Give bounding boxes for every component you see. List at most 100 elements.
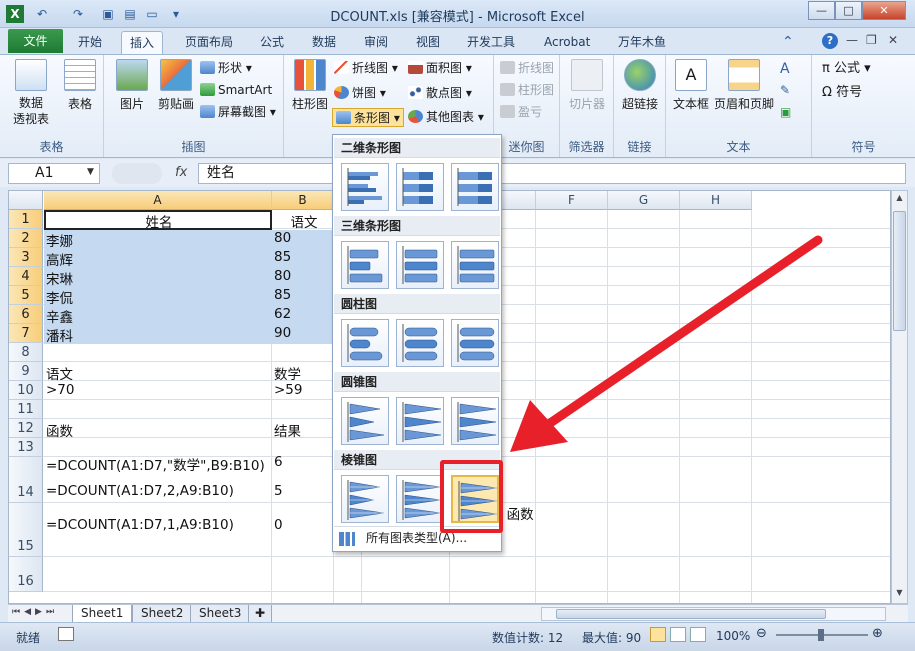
row-header-16[interactable]: 16	[9, 557, 43, 592]
screenshot-button[interactable]: 屏幕截图 ▾	[200, 103, 276, 122]
scatter-chart-button[interactable]: 散点图 ▾	[408, 84, 472, 103]
tab-data[interactable]: 数据	[304, 31, 344, 54]
equation-button[interactable]: π 公式 ▾	[822, 59, 871, 78]
cell-b12[interactable]: 结果	[272, 420, 301, 440]
formula-input[interactable]: 姓名	[198, 163, 906, 184]
row-header-2[interactable]: 2	[9, 229, 43, 248]
cell-a14[interactable]: =DCOUNT(A1:D7,2,A9:B10)	[44, 483, 234, 499]
row-header-11[interactable]: 11	[9, 400, 43, 419]
formula-splitter[interactable]	[112, 163, 162, 184]
cell-b5[interactable]: 85	[272, 287, 291, 303]
scroll-up-icon[interactable]: ▲	[893, 193, 906, 206]
cell-b3[interactable]: 85	[272, 249, 291, 265]
cell-a3[interactable]: 高辉	[44, 249, 73, 269]
chart-subtype-option[interactable]	[396, 475, 444, 523]
scroll-down-icon[interactable]: ▼	[893, 588, 906, 601]
hyperlink-button[interactable]: 超链接	[618, 59, 662, 112]
tab-review[interactable]: 审阅	[356, 31, 396, 54]
row-header-3[interactable]: 3	[9, 248, 43, 267]
chart-subtype-option[interactable]	[451, 319, 499, 367]
macro-record-icon[interactable]	[58, 627, 74, 641]
other-charts-button[interactable]: 其他图表 ▾	[408, 108, 484, 127]
doc-close-icon[interactable]: ✕	[888, 33, 898, 47]
row-header-9[interactable]: 9	[9, 362, 43, 381]
normal-view-icon[interactable]	[650, 627, 666, 642]
tab-file[interactable]: 文件	[8, 29, 63, 53]
cell-b14[interactable]: 5	[272, 483, 283, 499]
row-header-8[interactable]: 8	[9, 343, 43, 362]
collapse-ribbon-icon[interactable]: ⌃	[782, 34, 794, 50]
cell-b2[interactable]: 80	[272, 230, 291, 246]
chart-subtype-option[interactable]	[396, 397, 444, 445]
smartart-button[interactable]: SmartArt	[200, 81, 272, 100]
horizontal-scroll-thumb[interactable]	[556, 609, 826, 619]
zoom-out-icon[interactable]: ⊖	[756, 626, 767, 641]
area-chart-button[interactable]: 面积图 ▾	[408, 59, 472, 78]
row-header-6[interactable]: 6	[9, 305, 43, 324]
sparkline-winloss-button[interactable]: 盈亏	[500, 103, 542, 122]
zoom-slider-thumb[interactable]	[818, 629, 824, 641]
column-header-h[interactable]: H	[680, 191, 752, 210]
zoom-in-icon[interactable]: ⊕	[872, 626, 883, 641]
cell-b13[interactable]: 6	[272, 454, 283, 470]
column-chart-button[interactable]: 柱形图	[290, 59, 330, 112]
row-header-7[interactable]: 7	[9, 324, 43, 343]
sheet-tab-2[interactable]: Sheet2	[132, 605, 193, 623]
tab-home[interactable]: 开始	[70, 31, 110, 54]
line-chart-button[interactable]: 折线图 ▾	[334, 59, 398, 78]
doc-restore-icon[interactable]: ❐	[866, 33, 877, 47]
minimize-button[interactable]: —	[808, 1, 835, 20]
maximize-button[interactable]: □	[835, 1, 862, 20]
cell-a2[interactable]: 李娜	[44, 230, 73, 250]
fx-icon[interactable]: fx	[175, 165, 187, 180]
signature-icon[interactable]: ✎	[780, 83, 790, 97]
name-box-dropdown-icon[interactable]: ▼	[87, 167, 94, 177]
pie-chart-button[interactable]: 饼图 ▾	[334, 84, 386, 103]
pivot-table-button[interactable]: 数据 透视表	[8, 59, 54, 127]
help-icon[interactable]: ?	[822, 33, 838, 49]
chart-subtype-option[interactable]	[341, 241, 389, 289]
symbol-button[interactable]: Ω 符号	[822, 83, 862, 102]
cell-b1[interactable]: 语文	[272, 211, 334, 231]
cell-a5[interactable]: 李侃	[44, 287, 73, 307]
cell-a10[interactable]: >70	[44, 382, 75, 398]
tab-wannian[interactable]: 万年木鱼	[610, 31, 674, 54]
object-icon[interactable]: ▣	[780, 105, 791, 119]
chart-subtype-option[interactable]	[396, 163, 444, 211]
tab-developer[interactable]: 开发工具	[459, 31, 523, 54]
cell-a15[interactable]: =DCOUNT(A1:D7,1,A9:B10)	[44, 517, 234, 533]
chart-subtype-option[interactable]	[396, 241, 444, 289]
chart-subtype-option[interactable]	[341, 319, 389, 367]
chart-subtype-option[interactable]	[451, 397, 499, 445]
doc-minimize-icon[interactable]: —	[846, 33, 858, 47]
slicer-button[interactable]: 切片器	[566, 59, 608, 112]
clipart-button[interactable]: 剪贴画	[154, 59, 198, 112]
vertical-scrollbar[interactable]: ▲ ▼	[891, 190, 908, 604]
column-header-f[interactable]: F	[536, 191, 608, 210]
cell-b4[interactable]: 80	[272, 268, 291, 284]
tab-insert[interactable]: 插入	[121, 31, 164, 54]
table-button[interactable]: 表格	[60, 59, 100, 112]
horizontal-scrollbar[interactable]	[541, 607, 886, 621]
cell-b15[interactable]: 0	[272, 517, 283, 533]
row-header-13[interactable]: 13	[9, 438, 43, 457]
chart-subtype-option[interactable]	[451, 163, 499, 211]
shapes-button[interactable]: 形状 ▾	[200, 59, 252, 78]
cell-a12[interactable]: 函数	[44, 420, 73, 440]
row-header-4[interactable]: 4	[9, 267, 43, 286]
cell-a6[interactable]: 辛鑫	[44, 306, 73, 326]
tab-view[interactable]: 视图	[408, 31, 448, 54]
chart-subtype-option[interactable]	[341, 397, 389, 445]
zoom-level[interactable]: 100%	[716, 629, 750, 643]
column-header-a[interactable]: A	[44, 191, 272, 210]
row-header-14[interactable]: 14	[9, 457, 43, 503]
sparkline-line-button[interactable]: 折线图	[500, 59, 554, 78]
cell-b7[interactable]: 90	[272, 325, 291, 341]
cell-b10[interactable]: >59	[272, 382, 303, 398]
cell-a13[interactable]: =DCOUNT(A1:D7,"数学",B9:B10)	[44, 454, 265, 474]
tab-formulas[interactable]: 公式	[252, 31, 292, 54]
vertical-scroll-thumb[interactable]	[893, 211, 906, 331]
row-header-15[interactable]: 15	[9, 503, 43, 557]
wordart-icon[interactable]: A	[780, 61, 790, 77]
cell-a7[interactable]: 潘科	[44, 325, 73, 345]
